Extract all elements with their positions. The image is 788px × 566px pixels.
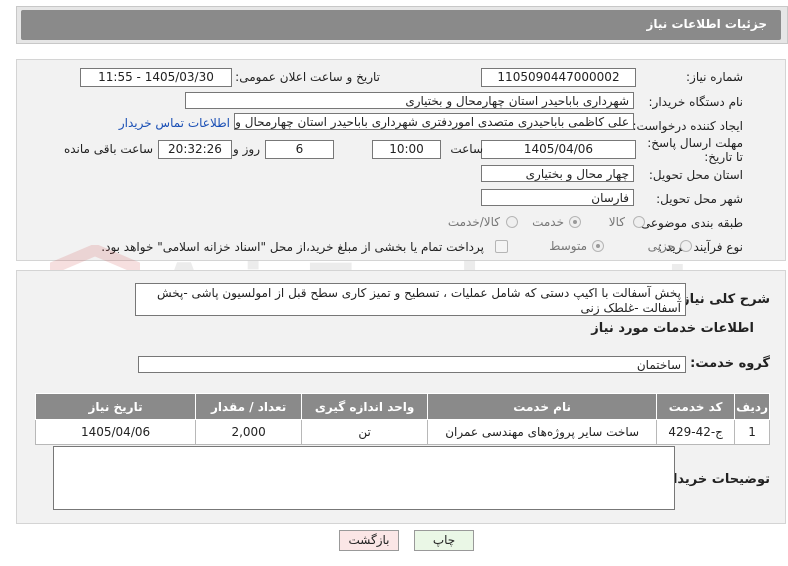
col-quantity: تعداد / مقدار <box>195 393 303 420</box>
province-field[interactable]: چهار محال و بختیاری <box>481 165 634 182</box>
category-goods-service-label: کالا/خدمت <box>447 215 500 229</box>
back-button[interactable]: بازگشت <box>339 530 399 551</box>
print-button[interactable]: چاپ <box>414 530 474 551</box>
days-label: روز و <box>233 142 260 156</box>
col-unit: واحد اندازه گیری <box>301 393 429 420</box>
buyer-notes-field[interactable] <box>53 446 675 510</box>
remaining-time-field[interactable]: 20:32:26 <box>158 140 232 159</box>
description-label: شرح کلی نیاز: <box>676 292 770 307</box>
service-group-field[interactable]: ساختمان <box>138 356 686 373</box>
remaining-time-label: ساعت باقی مانده <box>63 142 153 156</box>
category-goods-radio[interactable] <box>633 216 645 228</box>
deadline-time-field[interactable]: 10:00 <box>372 140 441 159</box>
page-header: جزئیات اطلاعات نیاز <box>21 10 781 40</box>
deadline-date-field[interactable]: 1405/04/06 <box>481 140 636 159</box>
cell-quantity: 2,000 <box>195 419 303 445</box>
buyer-contact-link[interactable]: اطلاعات تماس خریدار <box>119 116 230 130</box>
col-row-number: ردیف <box>734 393 770 420</box>
requester-field[interactable]: علی کاظمی باباحیدری متصدی اموردفتری شهرد… <box>234 113 634 130</box>
deadline-time-label: ساعت <box>450 142 483 156</box>
cell-service-name: ساخت سایر پروژه‌های مهندسی عمران <box>427 419 658 445</box>
buyer-notes-label: توضیحات خریدار: <box>660 472 770 487</box>
services-table: ردیف کد خدمت نام خدمت واحد اندازه گیری ت… <box>34 393 770 445</box>
city-field[interactable]: فارسان <box>481 189 634 206</box>
city-label: شهر محل تحویل: <box>656 192 743 206</box>
category-service-label: خدمت <box>532 215 564 229</box>
services-table-header: ردیف کد خدمت نام خدمت واحد اندازه گیری ت… <box>34 393 770 420</box>
category-goods-service-radio[interactable] <box>506 216 518 228</box>
services-heading: اطلاعات خدمات مورد نیاز <box>591 321 754 336</box>
buyer-org-field[interactable]: شهرداری باباحیدر استان چهارمحال و بختیار… <box>185 92 634 109</box>
page-title: جزئیات اطلاعات نیاز <box>646 17 767 31</box>
cell-need-date: 1405/04/06 <box>34 419 197 445</box>
requester-label: ایجاد کننده درخواست: <box>632 119 743 133</box>
col-service-code: کد خدمت <box>656 393 736 420</box>
announce-datetime-label: تاریخ و ساعت اعلان عمومی: <box>235 70 380 84</box>
cell-row-number: 1 <box>734 419 770 445</box>
buyer-org-label: نام دستگاه خریدار: <box>648 95 744 109</box>
category-label: طبقه بندی موضوعی: <box>636 216 743 230</box>
col-service-name: نام خدمت <box>427 393 658 420</box>
deadline-label: مهلت ارسال پاسخ: تا تاریخ: <box>647 136 743 164</box>
announce-datetime-field[interactable]: 1405/03/30 - 11:55 <box>80 68 232 87</box>
province-label: استان محل تحویل: <box>648 168 743 182</box>
cell-service-code: ج-42-429 <box>656 419 736 445</box>
remaining-days-field[interactable]: 6 <box>265 140 334 159</box>
need-number-label: شماره نیاز: <box>686 70 743 84</box>
table-row[interactable]: 1 ج-42-429 ساخت سایر پروژه‌های مهندسی عم… <box>34 419 770 445</box>
col-need-date: تاریخ نیاز <box>34 393 197 420</box>
category-service-radio[interactable] <box>569 216 581 228</box>
service-group-label: گروه خدمت: <box>690 356 770 371</box>
cell-unit: تن <box>301 419 429 445</box>
description-field[interactable]: پخش آسفالت با اکیپ دستی که شامل عملیات ،… <box>135 283 686 316</box>
category-goods-label: کالا <box>608 215 625 229</box>
need-number-field[interactable]: 1105090447000002 <box>481 68 636 87</box>
